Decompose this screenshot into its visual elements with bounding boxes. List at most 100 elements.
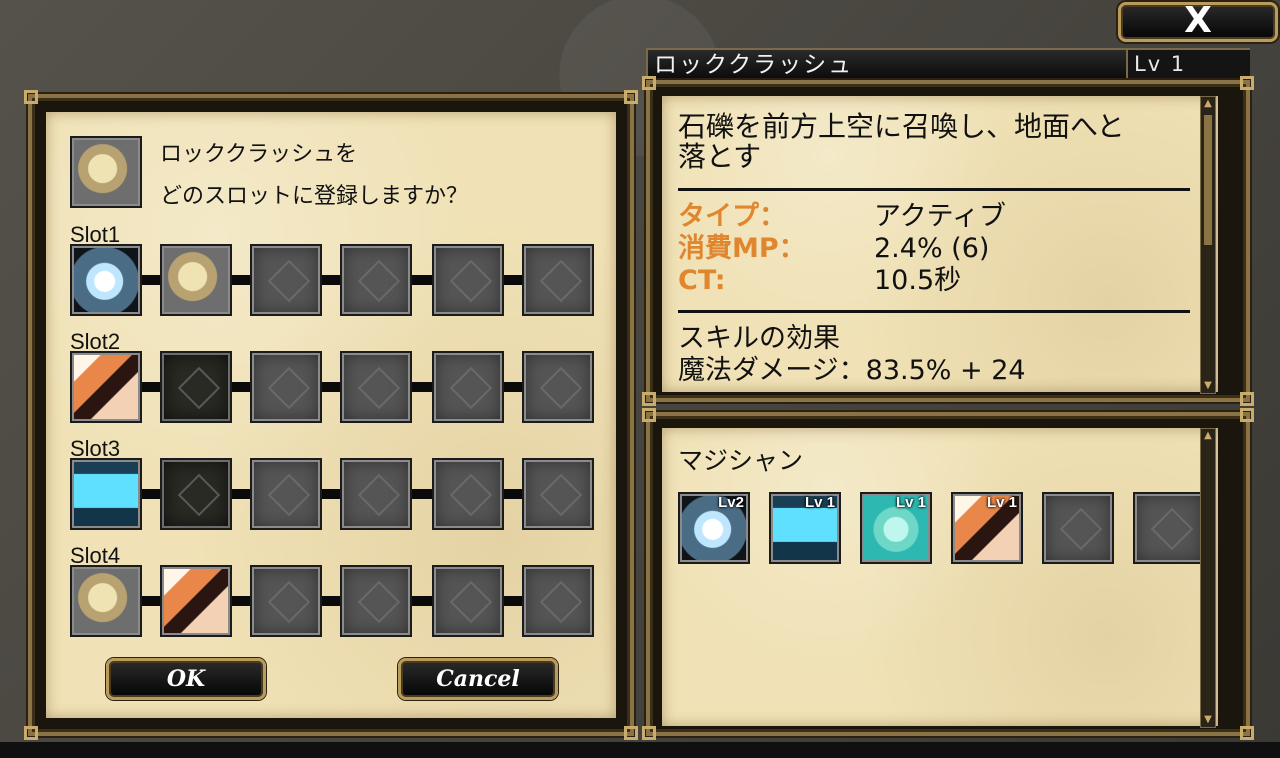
mp-label: 消費MP： (678, 233, 806, 264)
job-scrollbar[interactable]: ▲ ▼ (1200, 428, 1216, 728)
prompt-line-2: どのスロットに登録しますか？ (160, 184, 469, 209)
slot-dialog: ロッククラッシュを どのスロットに登録しますか？ Slot1 Slot2 Slot3… (24, 90, 638, 740)
slot-connector (504, 275, 522, 285)
ct-label: CT: (678, 265, 726, 296)
mp-value: 2.4% (6) (874, 233, 990, 264)
frame-corner-ornament (642, 408, 656, 422)
slot-connector (504, 382, 522, 392)
type-label: タイプ： (678, 201, 786, 232)
claw-slash-icon[interactable] (70, 351, 142, 423)
slot-connector (232, 275, 250, 285)
divider (678, 310, 1190, 313)
empty-slot-icon[interactable] (432, 244, 504, 316)
locked-slot-icon[interactable] (160, 351, 232, 423)
slot-connector (142, 596, 160, 606)
skill-level-badge: Lv2 (718, 494, 744, 511)
close-button[interactable]: X (1118, 2, 1278, 42)
slot-connector (412, 596, 432, 606)
slot-connector (504, 596, 522, 606)
slot-connector (412, 489, 432, 499)
empty-slot-icon[interactable] (432, 458, 504, 530)
locked-slot-icon[interactable] (160, 458, 232, 530)
job-skill-panel: マジシャン Lv2 Lv 1 Lv 1 Lv 1 ▲ ▼ (642, 408, 1254, 740)
frame-corner-ornament (1240, 76, 1254, 90)
slot-connector (412, 382, 432, 392)
dialog-body: ロッククラッシュを どのスロットに登録しますか？ Slot1 Slot2 Slot3… (46, 112, 616, 718)
rock-skill-icon (70, 136, 142, 208)
slot-connector (412, 275, 432, 285)
job-skill-body: マジシャン Lv2 Lv 1 Lv 1 Lv 1 ▲ ▼ (662, 428, 1218, 728)
light-pillar-icon[interactable] (70, 458, 142, 530)
slot-connector (232, 382, 250, 392)
scroll-thumb[interactable] (1204, 115, 1212, 245)
effect-heading: スキルの効果 (678, 323, 840, 354)
skill-detail-body: 石礫を前方上空に召喚し、地面へと 落とす タイプ： アクティブ 消費MP： 2.… (662, 96, 1218, 394)
skill-level-badge: Lv 1 (986, 494, 1017, 511)
empty-slot-icon[interactable] (250, 351, 322, 423)
slot-connector (322, 275, 340, 285)
empty-slot-icon[interactable] (1042, 492, 1114, 564)
skill-level-box: Lv 1 (1126, 50, 1250, 78)
job-name: マジシャン (678, 446, 804, 475)
scroll-up-icon[interactable]: ▲ (1201, 97, 1215, 111)
claw-slash-icon[interactable]: Lv 1 (951, 492, 1023, 564)
slot-connector (322, 382, 340, 392)
frame-corner-ornament (24, 90, 38, 104)
frame-corner-ornament (1240, 392, 1254, 406)
slot-connector (322, 596, 340, 606)
slot-connector (322, 489, 340, 499)
prompt-line-1: ロッククラッシュを (160, 142, 358, 167)
empty-slot-icon[interactable] (432, 565, 504, 637)
detail-scrollbar[interactable]: ▲ ▼ (1200, 96, 1216, 394)
empty-slot-icon[interactable] (340, 351, 412, 423)
ct-value: 10.5秒 (874, 265, 962, 296)
frame-corner-ornament (24, 726, 38, 740)
cancel-button[interactable]: Cancel (398, 658, 558, 700)
empty-slot-icon[interactable] (432, 351, 504, 423)
frame-corner-ornament (642, 726, 656, 740)
empty-slot-icon[interactable] (340, 565, 412, 637)
empty-slot-icon[interactable] (522, 244, 594, 316)
empty-slot-icon[interactable] (340, 458, 412, 530)
slot-connector (142, 489, 160, 499)
bottom-bar (0, 742, 1280, 758)
skill-level-badge: Lv 1 (895, 494, 926, 511)
divider (678, 188, 1190, 191)
rock-skill-icon[interactable] (160, 244, 232, 316)
frame-corner-ornament (642, 392, 656, 406)
light-orb-icon[interactable] (70, 244, 142, 316)
light-pillar-icon[interactable]: Lv 1 (769, 492, 841, 564)
scroll-down-icon[interactable]: ▼ (1201, 379, 1215, 393)
slot-connector (142, 382, 160, 392)
skill-name: ロッククラッシュ (654, 52, 854, 78)
rock-skill-icon[interactable] (70, 565, 142, 637)
skill-title-bar: ロッククラッシュ Lv 1 (646, 48, 1250, 80)
empty-slot-icon[interactable] (522, 565, 594, 637)
frame-corner-ornament (642, 76, 656, 90)
effect-value: 魔法ダメージ：83.5% + 24 (678, 355, 1026, 386)
empty-slot-icon[interactable] (1133, 492, 1205, 564)
empty-slot-icon[interactable] (250, 244, 322, 316)
skill-level-badge: Lv 1 (804, 494, 835, 511)
frame-corner-ornament (1240, 408, 1254, 422)
empty-slot-icon[interactable] (250, 458, 322, 530)
empty-slot-icon[interactable] (340, 244, 412, 316)
type-value: アクティブ (874, 201, 1007, 232)
slot-connector (142, 275, 160, 285)
claw-slash-icon[interactable] (160, 565, 232, 637)
scroll-down-icon[interactable]: ▼ (1201, 713, 1215, 727)
slot-connector (504, 489, 522, 499)
skill-description-line-1: 石礫を前方上空に召喚し、地面へと (678, 110, 1125, 143)
scroll-up-icon[interactable]: ▲ (1201, 429, 1215, 443)
frame-corner-ornament (624, 726, 638, 740)
light-orb-icon[interactable]: Lv2 (678, 492, 750, 564)
empty-slot-icon[interactable] (250, 565, 322, 637)
ok-button[interactable]: OK (106, 658, 266, 700)
skill-description-line-2: 落とす (678, 140, 762, 173)
slot-connector (232, 489, 250, 499)
frame-corner-ornament (1240, 726, 1254, 740)
skill-detail-panel: 石礫を前方上空に召喚し、地面へと 落とす タイプ： アクティブ 消費MP： 2.… (642, 76, 1254, 406)
rock-skill-icon-selected[interactable]: Lv 1 (860, 492, 932, 564)
empty-slot-icon[interactable] (522, 458, 594, 530)
empty-slot-icon[interactable] (522, 351, 594, 423)
